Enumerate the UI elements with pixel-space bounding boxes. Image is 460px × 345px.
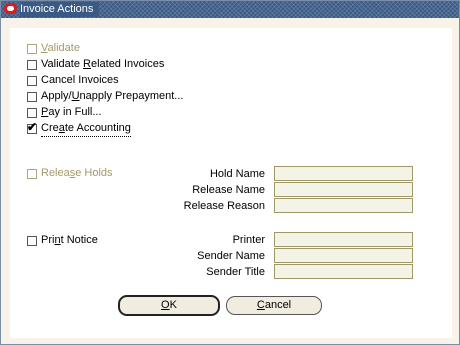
content-panel: Validate Validate Related Invoices Cance… xyxy=(10,28,452,338)
checkbox-box xyxy=(27,44,37,54)
cancel-invoices-label: Cancel Invoices xyxy=(41,74,119,86)
release-name-label: Release Name xyxy=(192,184,265,196)
window-title: Invoice Actions xyxy=(20,2,100,17)
checkbox-box xyxy=(27,76,37,86)
sender-title-field[interactable] xyxy=(274,264,413,279)
checkmark-icon: ✔ xyxy=(27,120,38,134)
create-accounting-label: Create Accounting xyxy=(41,121,131,137)
checkbox-box xyxy=(27,92,37,102)
checkbox-box xyxy=(27,60,37,70)
title-bar[interactable]: Invoice Actions xyxy=(1,1,459,18)
checkbox-box xyxy=(27,108,37,118)
oracle-logo-icon xyxy=(4,3,17,14)
ok-button[interactable]: OK xyxy=(118,295,220,316)
invoice-actions-dialog: Invoice Actions Validate Validate Relate… xyxy=(0,0,460,345)
release-reason-label: Release Reason xyxy=(183,200,265,212)
validate-related-invoices-label: Validate Related Invoices xyxy=(41,58,165,70)
release-reason-field[interactable] xyxy=(274,198,413,213)
sender-name-label: Sender Name xyxy=(197,250,265,262)
hold-name-field[interactable] xyxy=(274,166,413,181)
printer-label: Printer xyxy=(232,234,265,246)
hold-name-label: Hold Name xyxy=(209,168,265,180)
printer-field[interactable] xyxy=(274,232,413,247)
release-name-field[interactable] xyxy=(274,182,413,197)
apply-unapply-prepayment-label: Apply/Unapply Prepayment... xyxy=(41,90,184,102)
checkbox-box: ✔ xyxy=(27,120,37,134)
cancel-button[interactable]: Cancel xyxy=(226,296,322,315)
sender-name-field[interactable] xyxy=(274,248,413,263)
pay-in-full-label: Pay in Full... xyxy=(41,106,102,118)
sender-title-label: Sender Title xyxy=(206,266,265,278)
validate-label: Validate xyxy=(41,42,80,54)
